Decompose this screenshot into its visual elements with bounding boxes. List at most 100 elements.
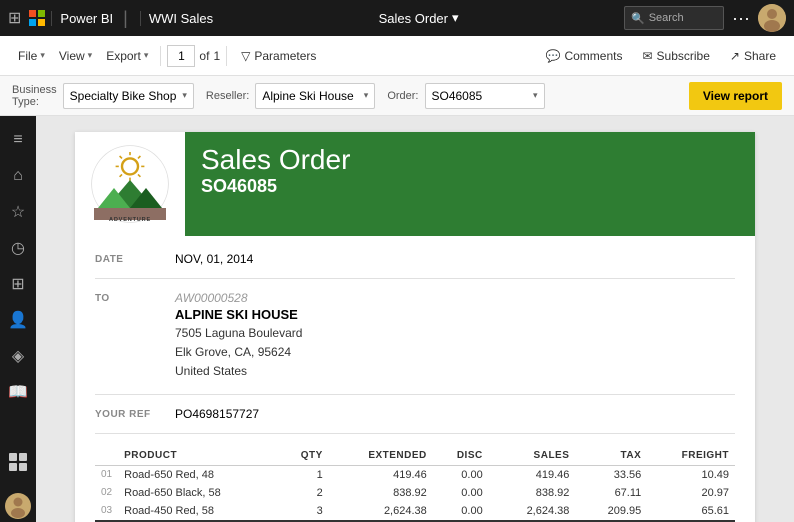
share-button[interactable]: ↗ Share [724,45,782,67]
row-disc: 0.00 [433,465,489,484]
sidebar-apps-icon[interactable]: ⊞ [2,268,34,300]
company-logo: ADVENTURE [75,132,185,236]
comments-label: Comments [564,49,622,63]
sidebar-favorites-icon[interactable]: ☆ [2,196,34,228]
date-field: DATE NOV, 01, 2014 [95,252,735,266]
row-num: 02 [95,484,118,502]
sidebar-workspaces-icon[interactable] [2,446,34,478]
table-row: 03 Road-450 Red, 58 3 2,624.38 0.00 2,62… [95,502,735,521]
reseller-label: Reseller: [206,90,249,102]
row-product: Road-650 Red, 48 [118,465,278,484]
to-company: ALPINE SKI HOUSE [175,307,735,322]
business-type-filter: BusinessType: Specialty Bike Shop ▾ [12,83,194,109]
your-ref-field: YOUR REF PO4698157727 [95,407,735,421]
subscribe-button[interactable]: ✉ Subscribe [636,45,715,67]
reseller-value: Alpine Ski House [262,89,357,103]
sidebar-home-icon[interactable]: ⌂ [2,160,34,192]
toolbar-separator-1 [160,46,161,66]
subscribe-icon: ✉ [642,49,652,63]
export-button[interactable]: Export ▾ [100,45,154,67]
order-filter: Order: SO46085 ▾ [387,83,544,109]
date-divider [95,278,735,279]
user-avatar[interactable] [758,4,786,32]
report-name-label: WWI Sales [140,11,213,26]
file-chevron-icon: ▾ [40,50,45,61]
export-label: Export [106,49,141,63]
page-navigation: of 1 [167,45,220,67]
subscribe-label: Subscribe [657,49,710,63]
row-sales: 2,624.38 [489,502,576,521]
parameters-button[interactable]: ▽ Parameters [233,45,324,67]
business-type-value: Specialty Bike Shop [70,89,177,103]
file-button[interactable]: File ▾ [12,45,51,67]
nav-divider-icon: | [123,8,128,29]
view-button[interactable]: View ▾ [53,45,98,67]
toolbar: File ▾ View ▾ Export ▾ of 1 ▽ Parameters… [0,36,794,76]
nav-right-group: 🔍 Search ··· [624,4,786,32]
row-qty: 2 [278,484,328,502]
row-tax: 209.95 [575,502,647,521]
row-freight: 65.61 [647,502,735,521]
page-title-nav[interactable]: Sales Order ▾ [379,10,459,26]
col-extended: EXTENDED [329,446,433,466]
reseller-chevron-icon: ▾ [364,90,369,101]
col-product: PRODUCT [118,446,278,466]
toolbar-left: File ▾ View ▾ Export ▾ of 1 ▽ Parameters [12,45,324,67]
parameters-label: Parameters [254,49,316,63]
microsoft-logo [29,10,45,26]
page-title-text: Sales Order [379,11,448,26]
row-num: 03 [95,502,118,521]
date-value: NOV, 01, 2014 [175,252,735,266]
filter-icon: ▽ [241,49,250,63]
to-value: AW00000528 ALPINE SKI HOUSE 7505 Laguna … [175,291,735,382]
report-container: ADVENTURE Sales Order SO46085 DATE NOV, … [75,132,755,522]
business-type-select[interactable]: Specialty Bike Shop ▾ [63,83,194,109]
sidebar-menu-icon[interactable]: ≡ [2,124,34,156]
sidebar-avatar-bottom[interactable] [2,490,34,522]
view-report-button[interactable]: View report [689,82,782,110]
view-label: View [59,49,85,63]
product-table: PRODUCT QTY EXTENDED DISC SALES TAX FREI… [95,446,735,522]
col-num [95,446,118,466]
sidebar-explore-icon[interactable]: ◈ [2,340,34,372]
row-freight: 20.97 [647,484,735,502]
row-num: 01 [95,465,118,484]
order-value: SO46085 [432,89,527,103]
row-extended: 2,624.38 [329,502,433,521]
sidebar-learn-icon[interactable]: 📖 [2,376,34,408]
row-tax: 67.11 [575,484,647,502]
to-label: TO [95,291,175,382]
search-box[interactable]: 🔍 Search [624,6,724,30]
more-options-icon[interactable]: ··· [732,8,750,29]
your-ref-value: PO4698157727 [175,407,735,421]
grid-icon[interactable]: ⊞ [8,8,21,28]
reseller-filter: Reseller: Alpine Ski House ▾ [206,83,375,109]
your-ref-label: YOUR REF [95,407,175,421]
sidebar-shared-icon[interactable]: 👤 [2,304,34,336]
order-select[interactable]: SO46085 ▾ [425,83,545,109]
row-sales: 419.46 [489,465,576,484]
search-label: Search [649,12,684,24]
reseller-select[interactable]: Alpine Ski House ▾ [255,83,375,109]
microsoft-logo-group: Power BI [29,10,113,26]
toolbar-separator-2 [226,46,227,66]
power-bi-label: Power BI [51,11,113,26]
page-title-chevron: ▾ [452,10,459,26]
report-title: Sales Order [201,144,739,176]
top-nav-bar: ⊞ Power BI | WWI Sales Sales Order ▾ 🔍 S… [0,0,794,36]
ref-divider [95,433,735,434]
row-freight: 10.49 [647,465,735,484]
export-chevron-icon: ▾ [144,50,149,61]
row-product: Road-450 Red, 58 [118,502,278,521]
to-address2: Elk Grove, CA, 95624 [175,343,735,362]
to-field: TO AW00000528 ALPINE SKI HOUSE 7505 Lagu… [95,291,735,382]
toolbar-right: 💬 Comments ✉ Subscribe ↗ Share [540,45,783,67]
to-id: AW00000528 [175,291,735,305]
svg-text:ADVENTURE: ADVENTURE [109,217,151,223]
comments-button[interactable]: 💬 Comments [540,45,629,67]
order-label: Order: [387,90,418,102]
main-layout: ≡ ⌂ ☆ ◷ ⊞ 👤 ◈ 📖 [0,116,794,522]
sidebar-recent-icon[interactable]: ◷ [2,232,34,264]
row-disc: 0.00 [433,502,489,521]
page-number-input[interactable] [167,45,195,67]
